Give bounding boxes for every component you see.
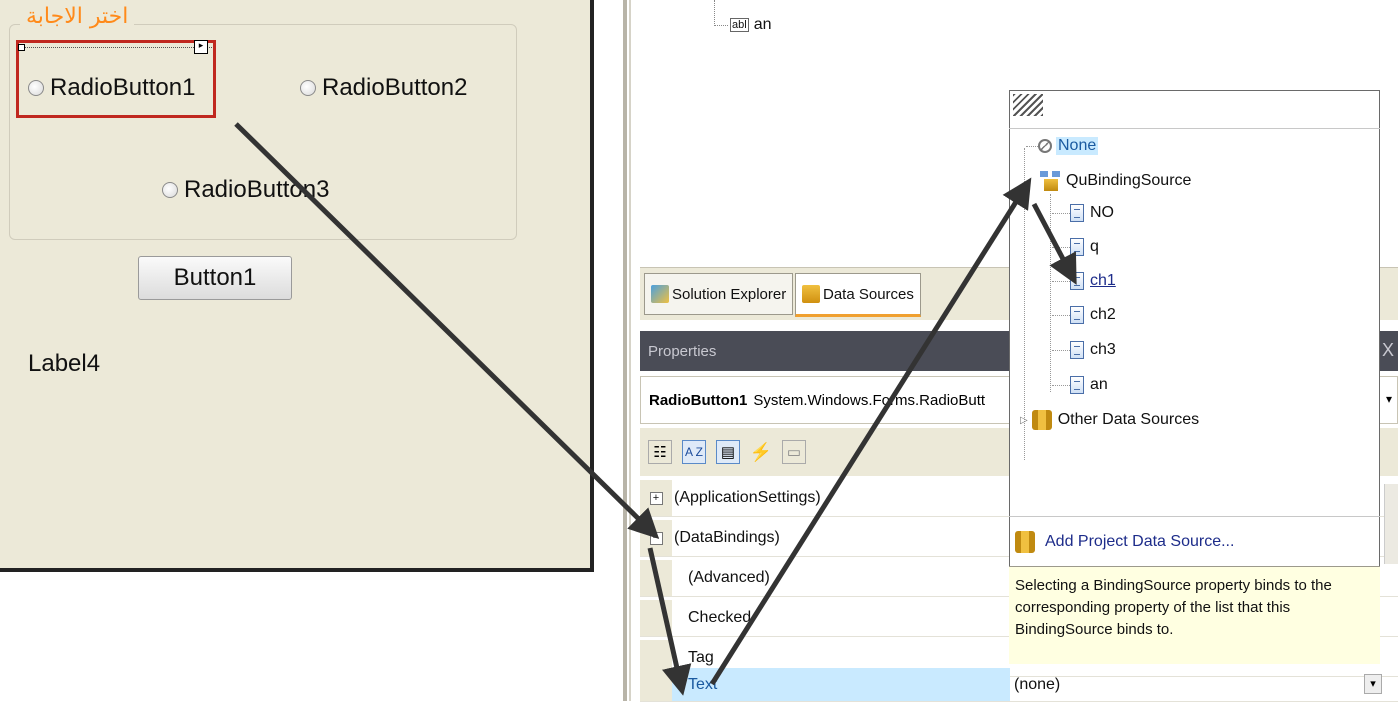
tab-data-sources[interactable]: Data Sources xyxy=(795,273,921,317)
expand-arrow-icon: ▷ xyxy=(1020,414,1028,426)
categorized-icon[interactable]: ☷ xyxy=(648,440,672,464)
tree-guide-line xyxy=(1050,194,1051,392)
groupbox-title: اختر الاجابة xyxy=(20,4,135,29)
properties-view-icon[interactable]: ▤ xyxy=(716,440,740,464)
prop-label: (Advanced) xyxy=(688,569,770,586)
tree-connector xyxy=(714,24,728,26)
selection-handle-line xyxy=(18,47,212,48)
popup-field-q[interactable]: q xyxy=(1052,238,1099,256)
popup-field-ch3[interactable]: ch3 xyxy=(1052,341,1116,359)
radio-button-3[interactable]: RadioButton3 xyxy=(162,176,329,204)
resize-handle-left[interactable] xyxy=(18,44,25,51)
field-icon xyxy=(1070,238,1084,256)
field-icon xyxy=(1070,306,1084,324)
expand-icon[interactable]: + xyxy=(649,491,663,505)
tree-connector xyxy=(1026,145,1038,147)
tab-solution-explorer-label: Solution Explorer xyxy=(672,285,787,303)
object-type: System.Windows.Forms.RadioButt xyxy=(753,391,986,409)
popup-item-other-sources-label: Other Data Sources xyxy=(1057,411,1200,428)
none-icon xyxy=(1038,139,1052,153)
prop-row-text[interactable]: Text (none) xyxy=(640,668,1398,702)
popup-item-none-label: None xyxy=(1056,137,1099,155)
grid-scrollbar[interactable] xyxy=(1384,484,1398,564)
tree-connector xyxy=(1052,384,1070,386)
alphabetical-icon[interactable]: A Z xyxy=(682,440,706,464)
popup-help-text: Selecting a BindingSource property binds… xyxy=(1009,566,1380,664)
outline-item-an-label: an xyxy=(753,16,772,33)
field-icon xyxy=(1070,204,1084,222)
popup-field-ch3-label: ch3 xyxy=(1090,341,1116,358)
add-data-source-label: Add Project Data Source... xyxy=(1045,532,1235,550)
row-gutter xyxy=(640,668,672,701)
collapse-icon[interactable]: − xyxy=(649,531,663,545)
row-gutter xyxy=(640,560,672,596)
panel-splitter-edge xyxy=(629,0,631,701)
tree-connector xyxy=(1052,212,1070,214)
radio-circle-icon xyxy=(162,182,178,198)
property-pages-icon[interactable]: ▭ xyxy=(782,440,806,464)
tab-solution-explorer[interactable]: Solution Explorer xyxy=(644,273,794,315)
tree-connector xyxy=(1052,280,1070,282)
popup-field-ch1-label: ch1 xyxy=(1090,272,1116,289)
row-gutter: + xyxy=(640,480,672,516)
popup-field-an[interactable]: an xyxy=(1052,376,1108,394)
prop-value[interactable]: (none) xyxy=(1010,676,1060,694)
field-icon xyxy=(1070,341,1084,359)
popup-field-no[interactable]: NO xyxy=(1052,204,1114,222)
prop-label: Tag xyxy=(688,649,714,666)
popup-field-ch2-label: ch2 xyxy=(1090,306,1116,323)
popup-field-q-label: q xyxy=(1090,238,1099,255)
events-icon[interactable]: ⚡ xyxy=(750,441,772,463)
prop-label: Checked xyxy=(688,609,752,626)
tree-connector xyxy=(1052,349,1070,351)
popup-field-ch2[interactable]: ch2 xyxy=(1052,306,1116,324)
popup-separator xyxy=(1009,128,1380,129)
popup-item-binding-source[interactable]: QuBindingSource xyxy=(1040,171,1191,191)
popup-item-none[interactable]: None xyxy=(1026,137,1099,155)
radio-button-3-label: RadioButton3 xyxy=(184,176,330,203)
resize-grip-icon[interactable] xyxy=(1013,94,1043,116)
data-sources-icon xyxy=(802,285,820,303)
radio-button-2-label: RadioButton2 xyxy=(322,74,468,101)
radio-circle-icon xyxy=(28,80,44,96)
dropdown-arrow-icon[interactable]: ▾ xyxy=(1364,674,1382,694)
popup-item-binding-source-label: QuBindingSource xyxy=(1066,172,1192,189)
popup-field-no-label: NO xyxy=(1090,204,1114,221)
radio-button-1[interactable]: RadioButton1 xyxy=(28,74,195,102)
panel-splitter[interactable] xyxy=(623,0,627,701)
smart-tag-glyph[interactable]: ▸ xyxy=(194,40,208,54)
popup-field-ch1[interactable]: ch1 xyxy=(1052,272,1116,290)
database-icon xyxy=(1031,410,1052,430)
outline-item-an[interactable]: abl an xyxy=(714,16,771,34)
object-name: RadioButton1 xyxy=(649,391,748,409)
binding-source-icon xyxy=(1040,171,1062,191)
properties-title: Properties xyxy=(648,342,717,360)
popup-item-other-sources[interactable]: ▷ Other Data Sources xyxy=(1020,410,1199,430)
radio-circle-icon xyxy=(300,80,316,96)
label-4: Label4 xyxy=(28,350,101,377)
row-gutter: − xyxy=(640,520,672,556)
tree-connector xyxy=(1052,314,1070,316)
button-1[interactable]: Button1 xyxy=(138,256,292,300)
row-gutter xyxy=(640,600,672,636)
prop-label: Text xyxy=(672,668,1010,701)
field-icon xyxy=(1070,272,1084,290)
radio-button-1-label: RadioButton1 xyxy=(50,74,196,101)
prop-label: (ApplicationSettings) xyxy=(674,489,821,506)
radio-button-2[interactable]: RadioButton2 xyxy=(300,74,467,102)
tab-data-sources-label: Data Sources xyxy=(823,285,914,303)
tree-connector xyxy=(1052,246,1070,248)
close-icon[interactable]: X xyxy=(1382,340,1394,361)
add-data-source-link[interactable]: Add Project Data Source... xyxy=(1009,516,1380,566)
prop-label: (DataBindings) xyxy=(674,529,780,546)
chevron-down-icon[interactable]: ▾ xyxy=(1386,392,1392,406)
textbox-icon: abl xyxy=(730,18,749,32)
solution-explorer-icon xyxy=(651,285,669,303)
field-icon xyxy=(1070,376,1084,394)
popup-field-an-label: an xyxy=(1090,376,1108,393)
add-data-source-icon xyxy=(1015,530,1035,553)
